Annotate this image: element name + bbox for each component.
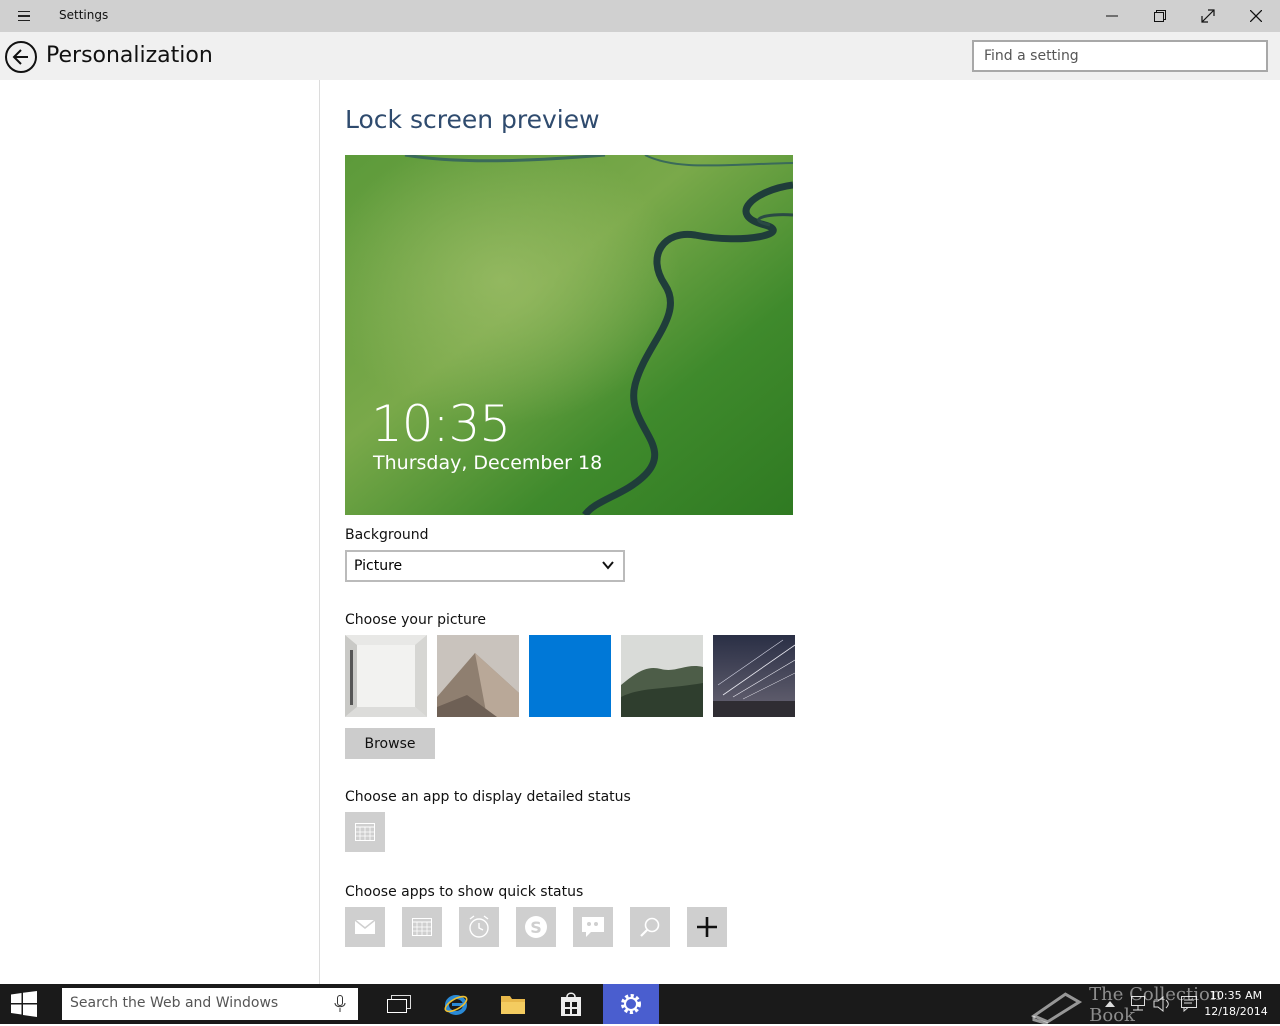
file-explorer-button[interactable]: [485, 984, 541, 1024]
find-setting-input[interactable]: [972, 40, 1268, 72]
restore-button[interactable]: [1136, 0, 1184, 32]
calendar-icon: [412, 918, 432, 936]
expand-icon: [1201, 9, 1215, 23]
start-button[interactable]: [0, 984, 48, 1024]
choose-picture-label: Choose your picture: [345, 612, 486, 628]
search-icon: [640, 917, 660, 937]
plus-icon: [697, 917, 717, 937]
close-icon: [1250, 10, 1262, 22]
navigation-pane: [0, 80, 320, 984]
book-logo-icon: [1030, 992, 1083, 1024]
store-button[interactable]: [543, 984, 599, 1024]
gear-icon: [621, 994, 641, 1014]
microphone-icon[interactable]: [334, 995, 346, 1013]
chevron-down-icon: [602, 561, 614, 570]
section-title: Lock screen preview: [345, 105, 600, 134]
thumbnail-white-room[interactable]: [345, 635, 427, 717]
quick-status-label: Choose apps to show quick status: [345, 884, 584, 900]
quick-status-add-button[interactable]: [687, 907, 727, 947]
title-bar: Settings: [0, 0, 1280, 32]
background-label: Background: [345, 527, 429, 543]
main-content: Lock screen preview 10:35 Thursday, Dece…: [321, 80, 1280, 984]
detailed-status-label: Choose an app to display detailed status: [345, 789, 631, 805]
restore-icon: [1154, 10, 1166, 22]
back-button[interactable]: [5, 41, 37, 73]
task-view-button[interactable]: [371, 984, 427, 1024]
internet-explorer-button[interactable]: [428, 984, 484, 1024]
fullscreen-button[interactable]: [1184, 0, 1232, 32]
quick-status-search-button[interactable]: [630, 907, 670, 947]
page-title: Personalization: [46, 43, 213, 68]
detailed-status-app-button[interactable]: [345, 812, 385, 852]
quick-status-skype-button[interactable]: S: [516, 907, 556, 947]
watermark: The Collection Book: [1030, 984, 1270, 1026]
back-arrow-icon: [12, 49, 28, 65]
window-title: Settings: [59, 8, 109, 22]
watermark-text: The Collection Book: [1089, 984, 1222, 1026]
thumbnail-sand-dune[interactable]: [437, 635, 519, 717]
quick-status-calendar-button[interactable]: [402, 907, 442, 947]
skype-icon: S: [525, 916, 547, 938]
mail-icon: [355, 920, 375, 934]
star-trails-image: [713, 635, 795, 717]
folder-icon: [501, 996, 525, 1014]
settings-taskbar-button[interactable]: [603, 984, 659, 1024]
white-room-image: [345, 635, 427, 717]
alarm-icon: [469, 915, 489, 938]
task-view-icon: [387, 995, 411, 1013]
lock-time: 10:35: [371, 395, 511, 453]
thumbnail-star-trails[interactable]: [713, 635, 795, 717]
thumbnail-foggy-forest[interactable]: [621, 635, 703, 717]
quick-status-mail-button[interactable]: [345, 907, 385, 947]
picture-thumbnails: [345, 635, 795, 717]
calendar-icon: [355, 823, 375, 841]
svg-text:S: S: [530, 918, 542, 937]
lock-screen-preview: 10:35 Thursday, December 18: [345, 155, 793, 515]
close-button[interactable]: [1232, 0, 1280, 32]
store-icon: [561, 992, 581, 1016]
messaging-icon: [582, 917, 604, 937]
hamburger-menu-icon[interactable]: [12, 6, 36, 26]
windows-logo-icon: [11, 991, 37, 1017]
lock-date: Thursday, December 18: [373, 452, 603, 474]
page-header: Personalization: [0, 32, 1280, 80]
thumbnail-blue-solid[interactable]: [529, 635, 611, 717]
taskbar-search-placeholder: Search the Web and Windows: [70, 995, 279, 1011]
quick-status-messaging-button[interactable]: [573, 907, 613, 947]
blue-solid-image: [529, 635, 611, 717]
minimize-button[interactable]: [1088, 0, 1136, 32]
sand-dune-image: [437, 635, 519, 717]
background-selected-value: Picture: [354, 558, 403, 574]
internet-explorer-icon: [444, 995, 468, 1015]
taskbar-search-box[interactable]: Search the Web and Windows: [62, 988, 358, 1020]
background-dropdown[interactable]: Picture: [345, 550, 625, 582]
foggy-forest-image: [621, 635, 703, 717]
quick-status-alarm-button[interactable]: [459, 907, 499, 947]
browse-button[interactable]: Browse: [345, 728, 435, 759]
minimize-icon: [1106, 15, 1118, 17]
